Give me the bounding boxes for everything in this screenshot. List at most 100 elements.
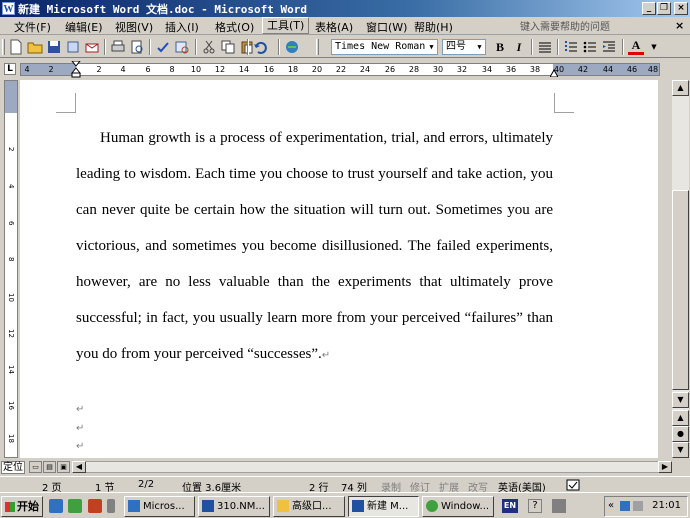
toolbar-grip[interactable] — [316, 39, 319, 55]
print-icon[interactable] — [110, 39, 126, 55]
menu-table[interactable]: 表格(A) — [315, 19, 353, 35]
scroll-left-button[interactable]: ◀ — [72, 461, 86, 473]
menu-edit[interactable]: 编辑(E) — [65, 19, 103, 35]
permission-icon[interactable] — [65, 39, 81, 55]
menu-help[interactable]: 帮助(H) — [414, 19, 453, 35]
document-page[interactable]: Human growth is a process of experimenta… — [20, 80, 658, 458]
document-area[interactable]: Human growth is a process of experimenta… — [20, 80, 658, 458]
window-title: 新建 Microsoft Word 文档.doc - Microsoft Wor… — [18, 3, 308, 16]
menu-window[interactable]: 窗口(W) — [366, 19, 407, 35]
taskbar-item[interactable]: Window... — [422, 496, 494, 517]
italic-button[interactable]: I — [511, 39, 527, 55]
cut-icon[interactable] — [201, 39, 217, 55]
quicklaunch-more-icon[interactable] — [107, 499, 115, 513]
menu-file[interactable]: 文件(F) — [14, 19, 51, 35]
ime-indicator[interactable]: EN — [502, 499, 518, 513]
font-size-select[interactable]: 四号 ▼ — [442, 39, 486, 55]
help-search-input[interactable]: 键入需要帮助的问题 — [520, 18, 610, 33]
word-doc-icon — [352, 500, 364, 512]
document-close-button[interactable]: × — [675, 19, 684, 32]
ruler-number: 24 — [359, 65, 371, 74]
document-paragraph[interactable]: Human growth is a process of experimenta… — [76, 120, 553, 374]
minimize-button[interactable]: _ — [642, 2, 656, 15]
media-quicklaunch-icon[interactable] — [68, 499, 82, 513]
print-preview-icon[interactable] — [129, 39, 145, 55]
ie-quicklaunch-icon[interactable] — [49, 499, 63, 513]
taskbar-item-active[interactable]: 新建 M... — [348, 496, 419, 517]
scroll-right-button[interactable]: ▶ — [658, 461, 672, 473]
taskbar-item[interactable]: 高级口... — [273, 496, 345, 517]
select-browse-object-button[interactable]: ● — [672, 426, 689, 442]
bold-button[interactable]: B — [492, 39, 508, 55]
paragraph-mark[interactable]: ↵ — [76, 404, 84, 415]
menu-insert[interactable]: 插入(I) — [165, 19, 199, 35]
font-name-select[interactable]: Times New Roman ▼ — [331, 39, 438, 55]
ruler-number: 26 — [384, 65, 396, 74]
toolbar: Times New Roman ▼ 四号 ▼ B I A ▼ — [0, 36, 690, 58]
paragraph-mark[interactable]: ↵ — [76, 423, 84, 434]
indent-marker-icon[interactable] — [71, 61, 81, 78]
hyperlink-icon[interactable] — [284, 39, 300, 55]
undo-icon[interactable] — [252, 39, 268, 55]
app-quicklaunch-icon[interactable] — [88, 499, 102, 513]
ruler-number: 6 — [145, 65, 151, 74]
window-icon — [128, 500, 140, 512]
ruler-number: 2 — [48, 65, 54, 74]
ruler-number: 8 — [169, 65, 175, 74]
open-folder-icon[interactable] — [27, 39, 43, 55]
goto-label[interactable]: 定位 — [1, 461, 25, 474]
bulleted-list-icon[interactable] — [582, 39, 598, 55]
menu-format[interactable]: 格式(O) — [215, 19, 254, 35]
tray-expand-icon[interactable]: « — [608, 500, 614, 511]
help-icon[interactable]: ? — [528, 499, 542, 513]
indent-icon[interactable] — [601, 39, 617, 55]
copy-icon[interactable] — [220, 39, 236, 55]
justify-icon[interactable] — [537, 39, 553, 55]
volume-icon[interactable] — [633, 501, 643, 511]
previous-page-button[interactable]: ▲ — [672, 410, 689, 426]
new-document-icon[interactable] — [8, 39, 24, 55]
chevron-down-icon[interactable]: ▼ — [426, 40, 437, 54]
web-layout-view-button[interactable]: ▤ — [43, 461, 56, 473]
network-icon[interactable] — [620, 501, 630, 511]
spelling-status-icon[interactable] — [566, 479, 580, 491]
toolbar-separator — [104, 39, 106, 55]
tab-stop-selector[interactable]: L — [4, 63, 16, 75]
toolbar-grip[interactable] — [2, 39, 5, 55]
save-icon[interactable] — [46, 39, 62, 55]
scroll-down-button[interactable]: ▼ — [672, 392, 689, 408]
maximize-button[interactable]: ❐ — [657, 2, 671, 15]
taskbar: 开始 Micros... 310.NM... 高级口... 新建 M... Wi… — [0, 492, 690, 518]
word-doc-icon — [202, 500, 214, 512]
close-button[interactable]: × — [674, 2, 688, 15]
toolbar-separator — [557, 39, 559, 55]
taskbar-item[interactable]: Micros... — [124, 496, 195, 517]
research-icon[interactable] — [174, 39, 190, 55]
clock[interactable]: 21:01 — [652, 500, 681, 511]
font-color-button[interactable]: A — [628, 39, 644, 55]
start-button[interactable]: 开始 — [1, 496, 43, 517]
menu-view[interactable]: 视图(V) — [115, 19, 153, 35]
scroll-up-button[interactable]: ▲ — [672, 80, 689, 96]
email-icon[interactable] — [84, 39, 100, 55]
numbered-list-icon[interactable] — [563, 39, 579, 55]
horizontal-ruler[interactable]: 4 2 2 4 6 8 10 12 14 16 18 20 22 24 26 2… — [20, 61, 660, 78]
tray-app-icon[interactable] — [552, 499, 566, 513]
horizontal-scrollbar[interactable]: ◀ ▶ — [72, 461, 672, 473]
right-indent-marker-icon[interactable] — [550, 69, 558, 77]
ruler-number: 18 — [287, 65, 299, 74]
paragraph-mark[interactable]: ↵ — [76, 441, 84, 452]
scrollbar-thumb[interactable] — [672, 190, 689, 390]
spelling-icon[interactable] — [155, 39, 171, 55]
chevron-down-icon[interactable]: ▼ — [646, 39, 662, 55]
vertical-scrollbar[interactable]: ▲ ▼ ▲ ● ▼ — [672, 80, 689, 458]
next-page-button[interactable]: ▼ — [672, 442, 689, 458]
print-layout-view-button[interactable]: ▣ — [57, 461, 70, 473]
vertical-ruler[interactable]: 2 4 6 8 10 12 14 16 18 — [4, 80, 18, 458]
normal-view-button[interactable]: ▭ — [29, 461, 42, 473]
word-icon[interactable]: W — [2, 2, 15, 15]
chevron-down-icon[interactable]: ▼ — [474, 40, 485, 54]
taskbar-item[interactable]: 310.NM... — [198, 496, 270, 517]
toolbar-separator — [195, 39, 197, 55]
menu-tools[interactable]: 工具(T) — [262, 17, 310, 34]
